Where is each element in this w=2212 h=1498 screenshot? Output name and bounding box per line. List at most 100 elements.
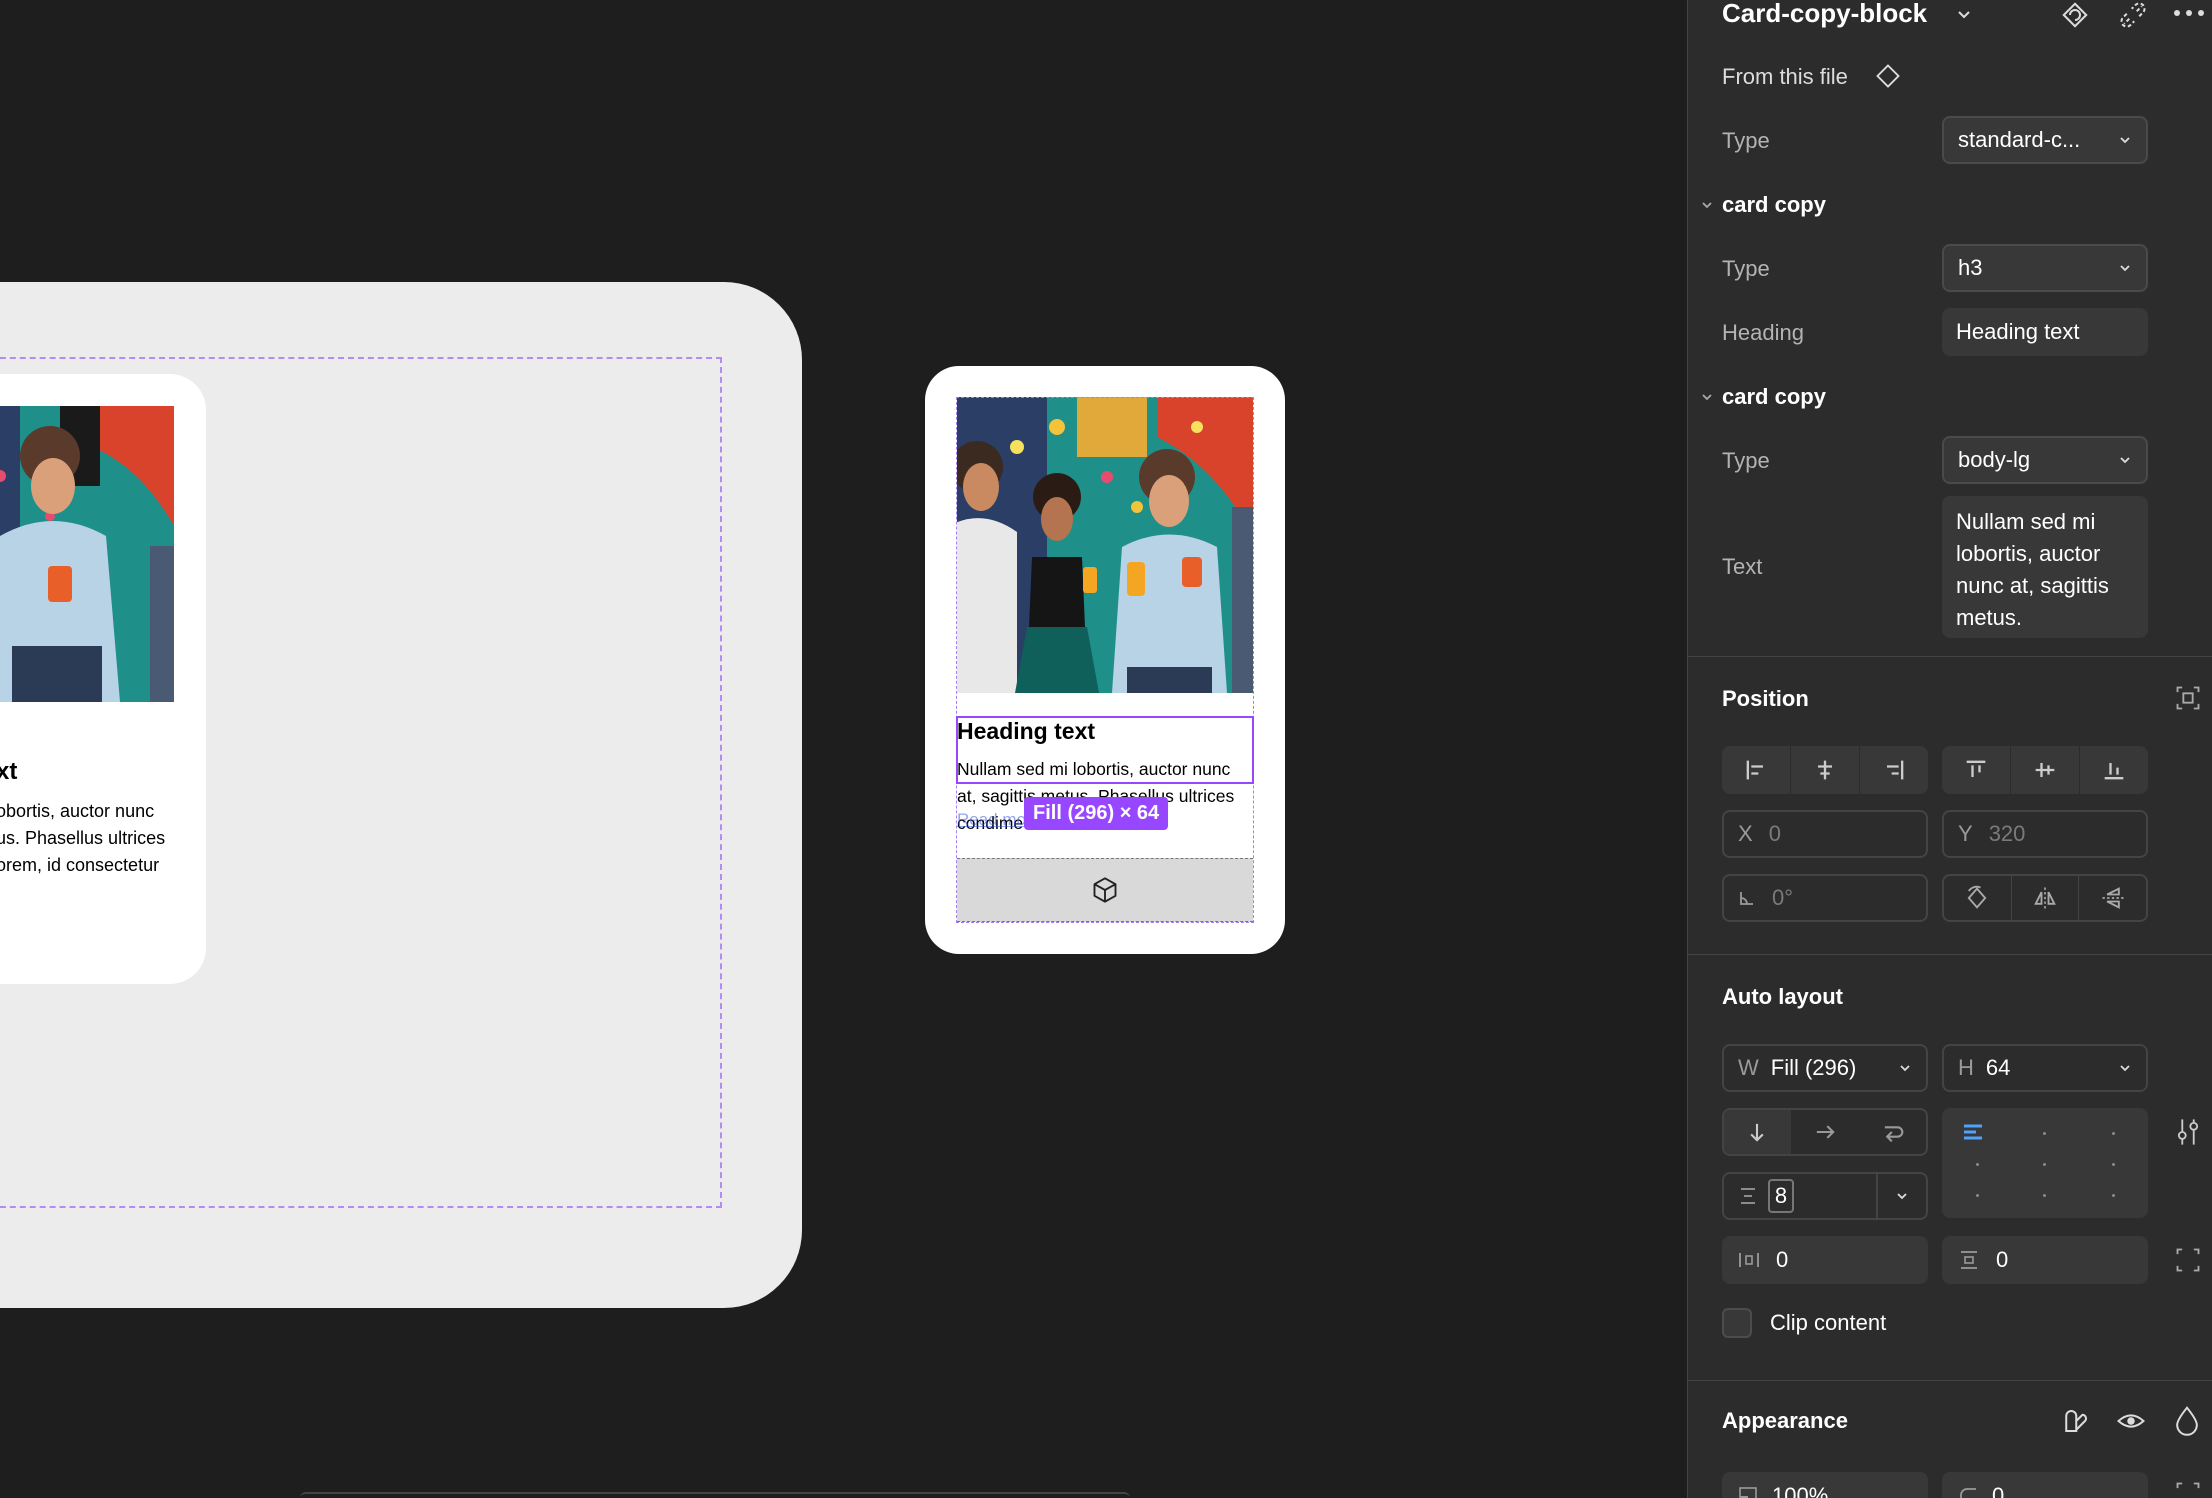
horizontal-padding-value: 0 [1776,1247,1789,1272]
opacity-input[interactable]: 100% [1722,1472,1928,1498]
body-text-line: lobortis, auctor [1956,541,2101,566]
section-title-card-copy[interactable]: card copy [1722,192,1826,218]
width-dropdown[interactable]: W Fill (296) [1722,1044,1928,1092]
align-top-button[interactable] [1942,746,2011,794]
align-bottom-button[interactable] [2080,746,2148,794]
individual-padding-icon[interactable] [2174,1246,2202,1274]
height-value: 64 [1985,1055,2011,1080]
direction-wrap-button[interactable] [1859,1110,1926,1154]
chevron-down-icon[interactable] [1700,198,1714,212]
type-label: Type [1722,448,1770,473]
rotate-90-button[interactable] [1944,876,2012,920]
x-value: 0 [1768,821,1781,846]
left-card-heading: xt [0,758,18,785]
text-label: Text [1722,554,1763,579]
vertical-padding-value: 0 [1996,1247,2009,1272]
horizontal-padding-input[interactable]: 0 [1722,1236,1928,1284]
opacity-icon [1739,1487,1757,1498]
direction-group [1722,1108,1928,1156]
alignment-dot[interactable] [2112,1163,2115,1166]
clip-content-checkbox[interactable] [1722,1308,1752,1338]
type-dropdown[interactable]: standard-c... [1942,116,2148,164]
layout-settings-icon[interactable] [2174,1116,2202,1148]
body-type-value: body-lg [1958,447,2031,472]
left-card-body-line: us. Phasellus ultrices [0,828,166,848]
heading-text-input[interactable]: Heading text [1942,308,2148,356]
align-right-button[interactable] [1860,746,1928,794]
left-card-body-line: orem, id consectetur [0,855,160,875]
height-dropdown[interactable]: H 64 [1942,1044,2148,1092]
x-position-input[interactable]: X 0 [1722,810,1928,858]
eye-icon[interactable] [2116,1406,2146,1436]
corner-radius-input[interactable]: 0 [1942,1472,2148,1498]
vertical-align-group [1942,746,2148,794]
alignment-dot[interactable] [2043,1132,2046,1135]
component-title[interactable]: Card-copy-block [1722,0,1927,29]
card-photo[interactable] [957,397,1253,693]
align-center-h-button[interactable] [1791,746,1860,794]
gap-value: 8 [1768,1179,1794,1213]
direction-vertical-button[interactable] [1724,1110,1792,1154]
clip-content-label[interactable]: Clip content [1770,1310,1886,1336]
y-label: Y [1958,821,1973,846]
heading-label: Heading [1722,320,1804,345]
detach-instance-icon[interactable] [2118,0,2148,30]
flip-horizontal-icon [2034,887,2056,909]
design-canvas[interactable]: xt obortis, auctor nunc us. Phasellus ul… [0,0,1687,1498]
padding-horizontal-icon [1739,1253,1759,1267]
chevron-down-icon[interactable] [1956,6,1972,22]
body-text-input[interactable]: Nullam sed mi lobortis, auctor nunc at, … [1942,496,2148,638]
gap-input[interactable]: 8 [1722,1172,1928,1220]
instance-slot[interactable] [957,858,1253,922]
flip-horizontal-button[interactable] [2012,876,2080,920]
chevron-down-icon[interactable] [1700,390,1714,404]
component-icon [1093,877,1117,903]
section-title-card-copy[interactable]: card copy [1722,384,1826,410]
vertical-padding-input[interactable]: 0 [1942,1236,2148,1284]
y-position-input[interactable]: Y 320 [1942,810,2148,858]
body-text-line: nunc at, sagittis [1956,573,2109,598]
align-top-left-icon [1964,1124,1982,1140]
component-diamond-icon[interactable] [1874,62,1902,90]
chevron-down-icon [1897,1193,1907,1200]
selection-size-badge: Fill (296) × 64 [1024,797,1169,830]
alignment-dot[interactable] [2112,1132,2115,1135]
alignment-dot[interactable] [2043,1194,2046,1197]
rotation-input[interactable]: 0° [1722,874,1928,922]
constraints-icon[interactable] [2174,684,2202,712]
divider [1688,656,2212,657]
alignment-dot[interactable] [1976,1163,1979,1166]
width-label: W [1738,1055,1759,1080]
variant-style-icon[interactable] [2060,1406,2090,1436]
reset-instance-icon[interactable] [2060,0,2090,30]
flip-vertical-button[interactable] [2079,876,2146,920]
properties-panel: Card-copy-block From this file Type stan… [1687,0,2212,1498]
align-middle-icon [2035,763,2055,777]
alignment-dot[interactable] [2112,1194,2115,1197]
bottom-toolbar-edge [300,1492,1130,1498]
chevron-down-icon [2120,265,2130,272]
heading-type-value: h3 [1958,255,1983,280]
selection-box[interactable] [956,716,1254,784]
independent-corners-icon[interactable] [2174,1480,2202,1498]
divider [1688,954,2212,955]
chevron-down-icon [2120,457,2130,464]
more-options-icon[interactable] [2172,6,2206,20]
flip-vertical-icon [2102,887,2124,909]
alignment-grid[interactable] [1942,1108,2148,1218]
body-type-dropdown[interactable]: body-lg [1942,436,2148,484]
arrow-right-icon [1816,1125,1835,1139]
type-label: Type [1722,256,1770,281]
gap-dropdown-toggle[interactable] [1876,1174,1926,1218]
opacity-value: 100% [1772,1483,1829,1498]
align-middle-button[interactable] [2011,746,2080,794]
droplet-icon[interactable] [2172,1404,2202,1436]
left-card[interactable]: xt obortis, auctor nunc us. Phasellus ul… [0,374,206,984]
alignment-dot[interactable] [1976,1194,1979,1197]
align-right-icon [1887,760,1904,780]
direction-horizontal-button[interactable] [1792,1110,1860,1154]
alignment-dot[interactable] [2043,1163,2046,1166]
align-left-button[interactable] [1722,746,1791,794]
align-top-icon [1966,760,1986,777]
heading-type-dropdown[interactable]: h3 [1942,244,2148,292]
